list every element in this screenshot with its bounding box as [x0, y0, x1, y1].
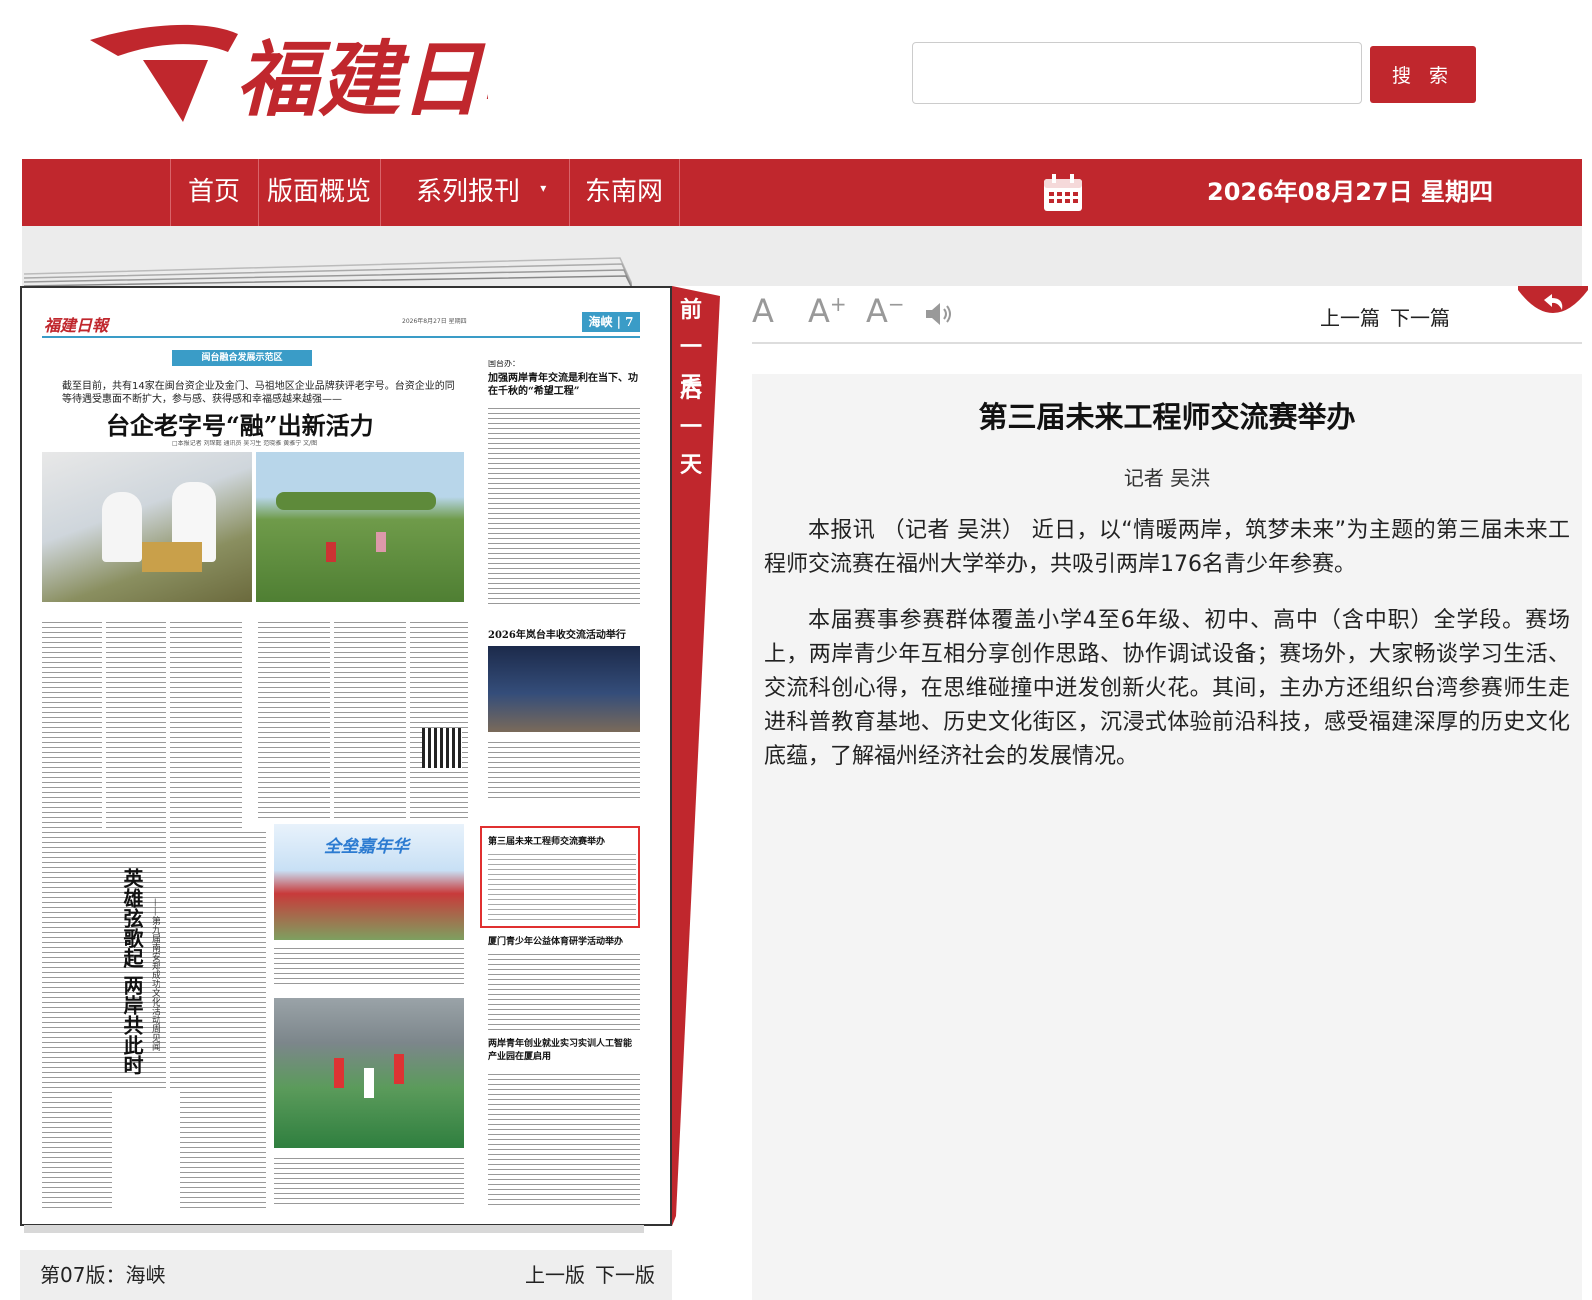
np-header-rule [42, 336, 640, 338]
current-date: 2026年08月27日 星期四 [1207, 178, 1493, 206]
nav-separator [679, 159, 680, 226]
np-text-column [258, 618, 330, 818]
paper-stack-decoration [23, 257, 632, 288]
np-photo-baseball: 全垒嘉年华 [274, 824, 464, 940]
np-photo-harvest-event [488, 646, 640, 732]
np-text-column [488, 738, 640, 798]
nav-item-dongnan[interactable]: 东南网 [569, 159, 679, 226]
np-text-column [180, 828, 266, 1208]
plus-icon: + [829, 292, 847, 316]
fujian-daily-logo[interactable]: 福建日報 [88, 12, 488, 132]
nav-item-overview[interactable]: 版面概览 [258, 159, 380, 226]
main-nav: 首页 版面概览 系列报刊 ▾ 东南网 2026年08月27日 星期四 [22, 159, 1582, 226]
np-text-column [488, 404, 640, 604]
search-input[interactable] [912, 42, 1362, 104]
np-mid-right-head: 2026年岚台丰收交流活动举行 [488, 630, 626, 641]
np-text-column [42, 828, 112, 1208]
np-qr-code [422, 728, 462, 768]
np-text-column [488, 850, 636, 924]
back-button[interactable] [1518, 286, 1588, 326]
np-main-headline: 台企老字号“融”出新活力 [106, 411, 374, 440]
nav-item-series-label: 系列报刊 [416, 177, 521, 207]
nav-separator [380, 159, 381, 226]
article-paragraph: 本报讯 （记者 吴洪） 近日，以“情暖两岸，筑梦未来”为主题的第三届未来工程师交… [764, 518, 1570, 577]
np-lead-intro: 截至目前，共有14家在闽台资企业及金门、马祖地区企业品牌获评老字号。台资企业的同… [62, 381, 455, 405]
np-text-column [274, 944, 464, 984]
prev-article-link[interactable]: 上一篇 [1320, 302, 1380, 331]
nav-item-home[interactable]: 首页 [170, 159, 258, 226]
np-text-column [334, 618, 406, 818]
article-author: 记者 吴洪 [1123, 466, 1211, 490]
font-reset-button[interactable]: A [752, 292, 774, 330]
np-text-column [488, 1070, 640, 1206]
np-photo-tea-field [256, 452, 464, 602]
nav-item-series[interactable]: 系列报刊 ▾ [392, 159, 556, 226]
font-decrease-button[interactable]: A− [866, 292, 905, 330]
np-text-column [410, 618, 468, 818]
np-banner: 闽台融合发展示范区 [172, 350, 312, 366]
minus-icon: − [887, 292, 905, 316]
np-photo-factory [42, 452, 252, 602]
article-title: 第三届未来工程师交流赛举办 [978, 400, 1356, 434]
np-highlight-head: 第三届未来工程师交流赛举办 [488, 837, 606, 847]
next-page-link[interactable]: 下一版 [595, 1250, 655, 1300]
font-increase-label: A [808, 292, 830, 330]
np-right-top-head: 加强两岸青年交流是利在当下、功在千秋的“希望工程” [488, 373, 638, 397]
np-text-column [274, 1154, 464, 1204]
page-footer: 第07版：海峡 上一版 下一版 [20, 1250, 672, 1300]
newspaper-page-image[interactable]: 福建日報 2026年8月27日 星期四 海峡 | 7 闽台融合发展示范区 截至目… [20, 286, 672, 1226]
search-button[interactable]: 搜 索 [1370, 46, 1476, 103]
np-bottom-right-head2: 两岸青年创业就业实习实训人工智能产业园在厦启用 [488, 1039, 633, 1062]
np-masthead: 福建日報 [44, 316, 109, 335]
np-photo-banner: 全垒嘉年华 [324, 837, 409, 857]
speaker-icon[interactable] [924, 300, 956, 328]
np-vertical-head: 英雄弦歌起 两岸共此时 [120, 868, 144, 1075]
calendar-icon[interactable] [1042, 173, 1084, 213]
page-label: 第07版：海峡 [40, 1263, 166, 1287]
article-toolbar: A A+ A− 上一篇 下一篇 [752, 286, 1582, 344]
np-right-top-label: 国台办： [488, 360, 520, 368]
np-section-tag: 海峡 | 7 [582, 312, 640, 332]
article-paragraph: 本届赛事参赛群体覆盖小学4至6年级、初中、高中（含中职）全学段。赛场上，两岸青少… [764, 608, 1570, 769]
logo-text: 福建日報 [236, 32, 488, 128]
np-byline: □本报记者 刘琛懿 通讯员 吴习生 范晓雅 黄雅宁 文/图 [172, 440, 318, 447]
article-panel: 第三届未来工程师交流赛举办 记者 吴洪 本报讯 （记者 吴洪） 近日，以“情暖两… [752, 374, 1582, 1300]
np-photo-football [274, 998, 464, 1148]
dropdown-caret-icon: ▾ [540, 181, 547, 195]
np-header-info: 2026年8月27日 星期四 [402, 318, 467, 325]
next-article-link[interactable]: 下一篇 [1390, 302, 1450, 331]
font-increase-button[interactable]: A+ [808, 292, 847, 330]
font-decrease-label: A [866, 292, 888, 330]
next-day-link[interactable]: 后一天 [678, 372, 704, 484]
np-text-column [488, 950, 640, 1030]
prev-page-link[interactable]: 上一版 [525, 1250, 585, 1300]
page-shadow [24, 1225, 644, 1233]
np-vertical-sub: ——第九届南安郑成功文化活动周见闻 [150, 898, 160, 1051]
np-bottom-right-head1: 厦门青少年公益体育研学活动举办 [488, 937, 624, 947]
